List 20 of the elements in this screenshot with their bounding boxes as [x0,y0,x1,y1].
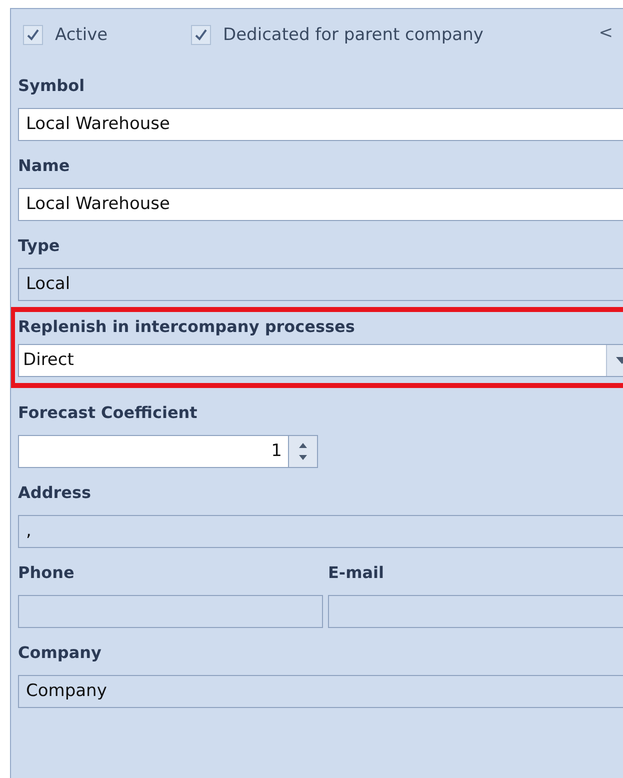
field-label: Symbol [18,75,86,97]
up-arrow-icon[interactable] [299,443,307,448]
dropdown-field[interactable]: Direct [18,344,623,377]
field-label: Type [18,235,61,257]
input-field[interactable]: Local Warehouse [18,108,623,141]
field-label: Company [18,642,102,664]
down-arrow-icon[interactable] [299,455,307,460]
checkbox-label: Dedicated for parent company [223,25,484,45]
checkbox-label: Active [55,25,108,45]
collapse-button[interactable]: < [598,23,613,43]
number-field[interactable]: 1 [18,435,318,468]
field-label: Replenish in intercompany processes [18,316,356,338]
field-label: Phone [18,562,76,584]
field-label: Address [18,482,92,504]
field-label: Name [18,155,71,177]
field-label: E-mail [328,562,386,584]
input-field[interactable]: Local Warehouse [18,188,623,221]
checkbox[interactable] [23,25,43,45]
checkbox[interactable] [191,25,211,45]
field-label: Forecast Coefficient [18,402,198,424]
